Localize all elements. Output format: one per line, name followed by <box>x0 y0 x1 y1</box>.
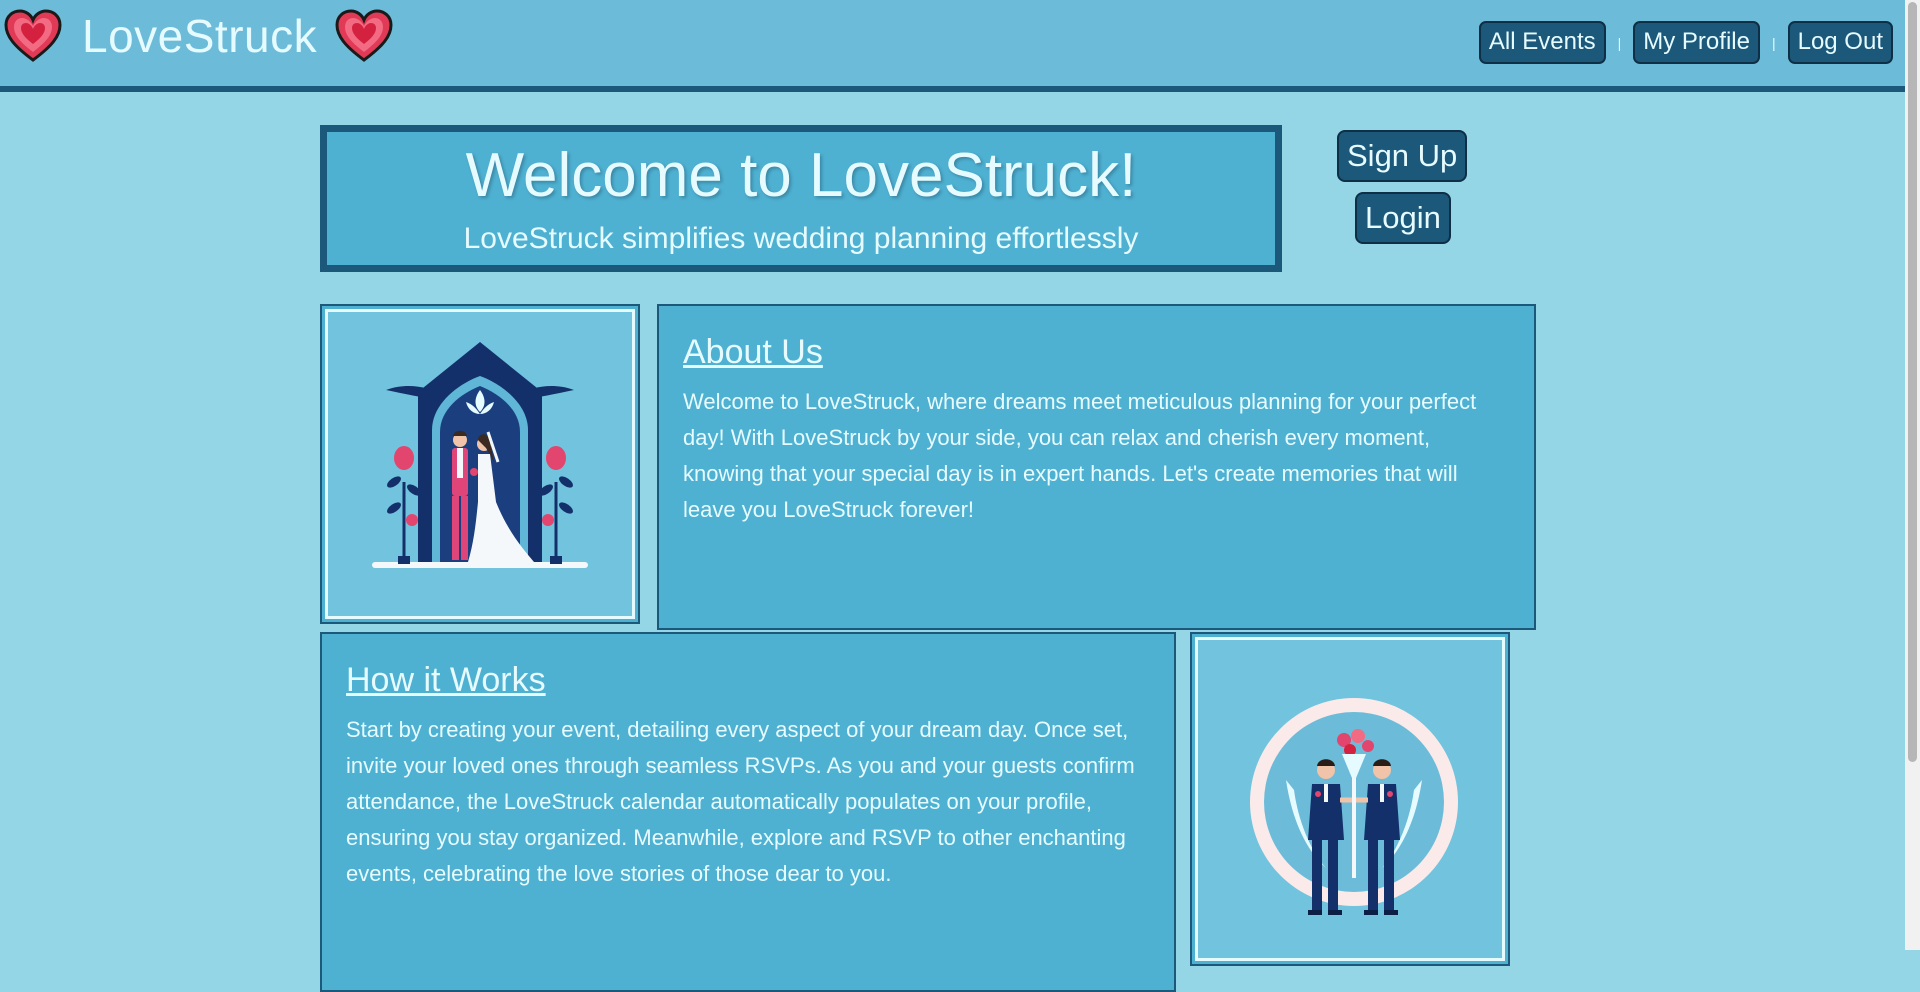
wedding-arch-frame <box>325 309 635 619</box>
welcome-title: Welcome to LoveStruck! <box>465 141 1137 210</box>
heart-icon <box>4 9 62 62</box>
log-out-button[interactable]: Log Out <box>1787 21 1893 64</box>
sign-up-button[interactable]: Sign Up <box>1337 130 1468 182</box>
brand-name: LoveStruck <box>82 10 318 62</box>
page-scrollbar[interactable] <box>1905 0 1920 950</box>
top-navigation-bar: LoveStruck All Events | My Profile | Log… <box>0 0 1905 92</box>
nav-separator: | <box>1617 34 1622 51</box>
how-it-works-text: Start by creating your event, detailing … <box>346 717 1135 886</box>
grooms-image <box>1190 632 1510 966</box>
login-button[interactable]: Login <box>1355 192 1451 244</box>
main-nav: All Events | My Profile | Log Out <box>1478 21 1893 64</box>
wedding-arch-illustration <box>372 342 588 568</box>
how-it-works-heading: How it Works <box>346 661 546 699</box>
welcome-banner: Welcome to LoveStruck! LoveStruck simpli… <box>320 125 1282 272</box>
all-events-button[interactable]: All Events <box>1478 21 1606 64</box>
scrollbar-thumb[interactable] <box>1908 2 1917 762</box>
grooms-image-frame <box>1195 637 1505 961</box>
heart-icon <box>335 9 393 62</box>
about-us-heading: About Us <box>683 333 823 371</box>
wedding-arch-image <box>320 304 640 624</box>
my-profile-button[interactable]: My Profile <box>1633 21 1760 64</box>
grooms-illustration <box>1250 698 1458 915</box>
about-us-card: About Us Welcome to LoveStruck, where dr… <box>657 304 1536 630</box>
welcome-subtitle: LoveStruck simplifies wedding planning e… <box>463 222 1139 255</box>
how-it-works-card: How it Works Start by creating your even… <box>320 632 1176 992</box>
nav-separator: | <box>1771 34 1776 51</box>
brand-logo[interactable]: LoveStruck <box>4 6 393 66</box>
about-us-text: Welcome to LoveStruck, where dreams meet… <box>683 389 1477 522</box>
